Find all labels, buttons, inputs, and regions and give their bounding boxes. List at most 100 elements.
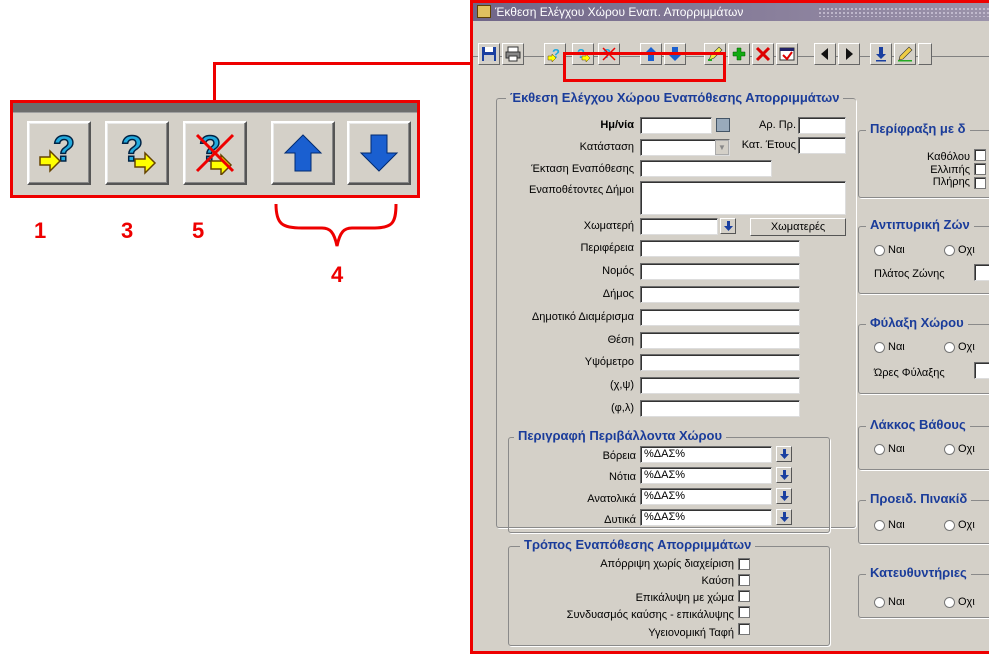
xy-field[interactable] (640, 377, 800, 394)
protocol-field[interactable] (798, 117, 846, 134)
query-execute-button[interactable]: ? (105, 121, 169, 185)
xy-label: (χ,ψ) (610, 379, 634, 391)
disposal-checkbox[interactable] (738, 558, 750, 570)
fence-option-label: Καθόλου (926, 151, 970, 163)
disposal-item-label: Καύση (701, 575, 734, 587)
north-label: Βόρεια (602, 450, 636, 462)
south-field[interactable]: %ΔΑΣ% (640, 467, 772, 484)
label-1: 1 (34, 218, 47, 243)
disposal-checkbox[interactable] (738, 590, 750, 602)
cat-year-field[interactable] (798, 137, 846, 154)
help-arrow-icon: ? (120, 131, 157, 175)
fence-checkbox[interactable] (974, 177, 986, 189)
form-button[interactable] (776, 43, 798, 65)
toolbar-zoom-panel: ? ? ? (10, 100, 420, 198)
west-label: Δυτικά (604, 514, 636, 526)
fence-checkbox[interactable] (974, 149, 986, 161)
query-enter-button[interactable]: ? (27, 121, 91, 185)
south-label: Νότια (608, 471, 636, 483)
location-field[interactable] (640, 332, 800, 349)
date-field[interactable] (640, 117, 712, 134)
pit-yes-radio[interactable] (874, 444, 885, 455)
chevron-down-icon[interactable]: ▼ (715, 140, 729, 155)
arrow-down-icon (779, 490, 789, 501)
pit-no-label: Οχι (958, 443, 975, 455)
prev-icon (821, 48, 828, 60)
north-lov-button[interactable] (776, 446, 792, 462)
pencil-button[interactable] (894, 43, 916, 65)
arrow-down-icon (779, 511, 789, 522)
landfill-field[interactable] (640, 218, 718, 235)
printer-icon (505, 46, 521, 62)
guard-no-radio[interactable] (944, 342, 955, 353)
pit-group-title: Λάκκος Βάθους (866, 417, 970, 432)
guides-no-radio[interactable] (944, 597, 955, 608)
next-record-button[interactable] (347, 121, 411, 185)
firezone-width-label: Πλάτος Ζώνης (874, 268, 945, 280)
calendar-icon[interactable] (716, 118, 730, 132)
east-field[interactable]: %ΔΑΣ% (640, 488, 772, 505)
west-lov-button[interactable] (776, 509, 792, 525)
disposal-checkbox[interactable] (738, 574, 750, 586)
disposal-item-label: Συνδυασμός καύσης - επικάλυψης (566, 609, 734, 621)
delete-icon (755, 46, 771, 62)
firezone-yes-radio[interactable] (874, 245, 885, 256)
south-lov-button[interactable] (776, 467, 792, 483)
disposal-item-label: Επικάλυψη με χώμα (635, 592, 734, 604)
guides-yes-radio[interactable] (874, 597, 885, 608)
guard-hours-label: Ώρες Φύλαξης (874, 367, 945, 379)
extent-field[interactable] (640, 160, 772, 177)
next-button[interactable] (838, 43, 860, 65)
municipalities-field[interactable] (640, 181, 846, 215)
download-icon (876, 47, 886, 62)
download-button[interactable] (870, 43, 892, 65)
delete-record-button[interactable] (752, 43, 774, 65)
guard-group (858, 324, 989, 394)
altitude-field[interactable] (640, 354, 800, 371)
region-field[interactable] (640, 240, 800, 257)
municipality-field[interactable] (640, 286, 800, 303)
fence-option-label: Πλήρης (932, 176, 970, 188)
previous-record-button[interactable] (271, 121, 335, 185)
add-record-button[interactable] (728, 43, 750, 65)
prefecture-field[interactable] (640, 263, 800, 280)
guard-yes-radio[interactable] (874, 342, 885, 353)
label-5: 5 (192, 218, 205, 243)
help-cancel-icon: ? (195, 131, 235, 175)
municipalities-label: Εναποθέτοντες Δήμοι (529, 184, 634, 196)
signs-group-title: Προειδ. Πινακίδ (866, 491, 972, 506)
print-button[interactable] (502, 43, 524, 65)
phi-lambda-field[interactable] (640, 400, 800, 417)
west-field[interactable]: %ΔΑΣ% (640, 509, 772, 526)
save-button[interactable] (478, 43, 500, 65)
firezone-width-field[interactable] (974, 264, 989, 281)
arrow-down-icon (779, 469, 789, 480)
altitude-label: Υψόμετρο (584, 356, 634, 368)
firezone-no-radio[interactable] (944, 245, 955, 256)
label-3: 3 (121, 218, 134, 243)
pit-no-radio[interactable] (944, 444, 955, 455)
window-title: Έκθεση Ελέγχου Χώρου Εναπ. Απορριμμάτων (495, 5, 744, 19)
guides-no-label: Οχι (958, 596, 975, 608)
disposal-checkbox[interactable] (738, 623, 750, 635)
query-cancel-button[interactable]: ? (183, 121, 247, 185)
disposal-group-title: Τρόπος Εναπόθεσης Απορριμμάτων (520, 537, 756, 552)
landfills-button[interactable]: Χωματερές (750, 218, 846, 236)
guard-hours-field[interactable] (974, 362, 989, 379)
fence-checkbox[interactable] (974, 163, 986, 175)
disposal-checkbox[interactable] (738, 606, 750, 618)
guard-group-title: Φύλαξη Χώρου (866, 315, 968, 330)
prev-button[interactable] (814, 43, 836, 65)
guides-yes-label: Ναι (888, 596, 905, 608)
signs-no-radio[interactable] (944, 520, 955, 531)
signs-yes-radio[interactable] (874, 520, 885, 531)
district-field[interactable] (640, 309, 800, 326)
prefecture-label: Νομός (602, 265, 634, 277)
label-4: 4 (331, 262, 344, 287)
guard-no-label: Οχι (958, 341, 975, 353)
arrow-down-icon (723, 220, 733, 231)
east-lov-button[interactable] (776, 488, 792, 504)
north-field[interactable]: %ΔΑΣ% (640, 446, 772, 463)
landfill-lov-button[interactable] (720, 218, 736, 234)
more-button[interactable] (918, 43, 932, 65)
